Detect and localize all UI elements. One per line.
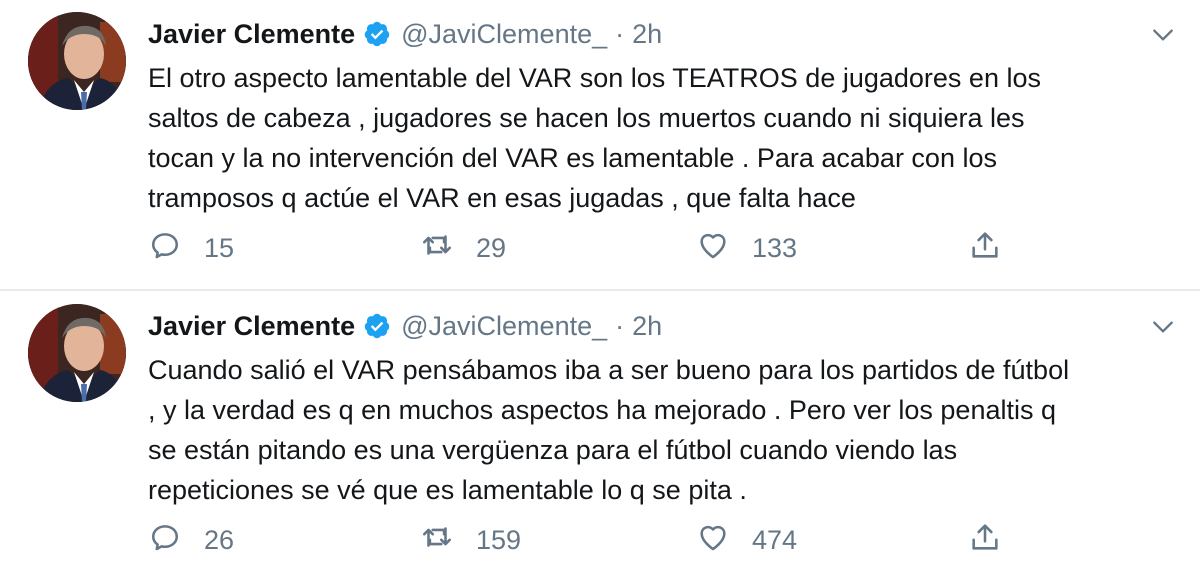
tweet-header: Javier Clemente @JaviClemente_ · 2h [148,14,662,54]
retweet-count: 159 [476,524,522,555]
timestamp[interactable]: 2h [632,311,662,342]
like-button[interactable]: 474 [696,520,797,560]
tweet-actions: 26 159 474 [148,520,1048,560]
reply-icon [148,228,182,269]
avatar[interactable] [28,12,126,110]
avatar[interactable] [28,304,126,402]
timestamp[interactable]: 2h [632,19,662,50]
like-count: 474 [752,524,798,555]
verified-badge-icon [363,20,391,48]
like-count: 133 [752,232,798,263]
share-button[interactable] [968,228,1002,268]
tweet-header: Javier Clemente @JaviClemente_ · 2h [148,306,662,346]
reply-count: 26 [204,524,235,555]
retweet-button[interactable]: 159 [420,520,521,560]
reply-count: 15 [204,232,235,263]
share-button[interactable] [968,520,1002,560]
separator-dot: · [615,18,625,49]
heart-icon [696,520,730,561]
separator-dot: · [615,310,625,341]
tweet[interactable]: Javier Clemente @JaviClemente_ · 2h El o… [0,0,1200,290]
chevron-down-icon[interactable] [1150,314,1176,340]
tweet-actions: 15 29 133 [148,228,1048,268]
author-handle[interactable]: @JaviClemente_ [401,311,607,342]
tweet[interactable]: Javier Clemente @JaviClemente_ · 2h Cuan… [0,292,1200,585]
like-button[interactable]: 133 [696,228,797,268]
tweet-divider [0,289,1200,291]
reply-icon [148,520,182,561]
share-icon [968,520,1002,561]
author-name[interactable]: Javier Clemente [148,19,355,50]
retweet-count: 29 [476,232,507,263]
reply-button[interactable]: 26 [148,520,234,560]
chevron-down-icon[interactable] [1150,22,1176,48]
author-handle[interactable]: @JaviClemente_ [401,19,607,50]
reply-button[interactable]: 15 [148,228,234,268]
verified-badge-icon [363,312,391,340]
retweet-icon [420,520,454,561]
heart-icon [696,228,730,269]
tweet-text: El otro aspecto lamentable del VAR son l… [148,63,1041,213]
tweet-text: Cuando salió el VAR pensábamos iba a ser… [148,355,1070,505]
author-name[interactable]: Javier Clemente [148,311,355,342]
share-icon [968,228,1002,269]
retweet-button[interactable]: 29 [420,228,506,268]
retweet-icon [420,228,454,269]
